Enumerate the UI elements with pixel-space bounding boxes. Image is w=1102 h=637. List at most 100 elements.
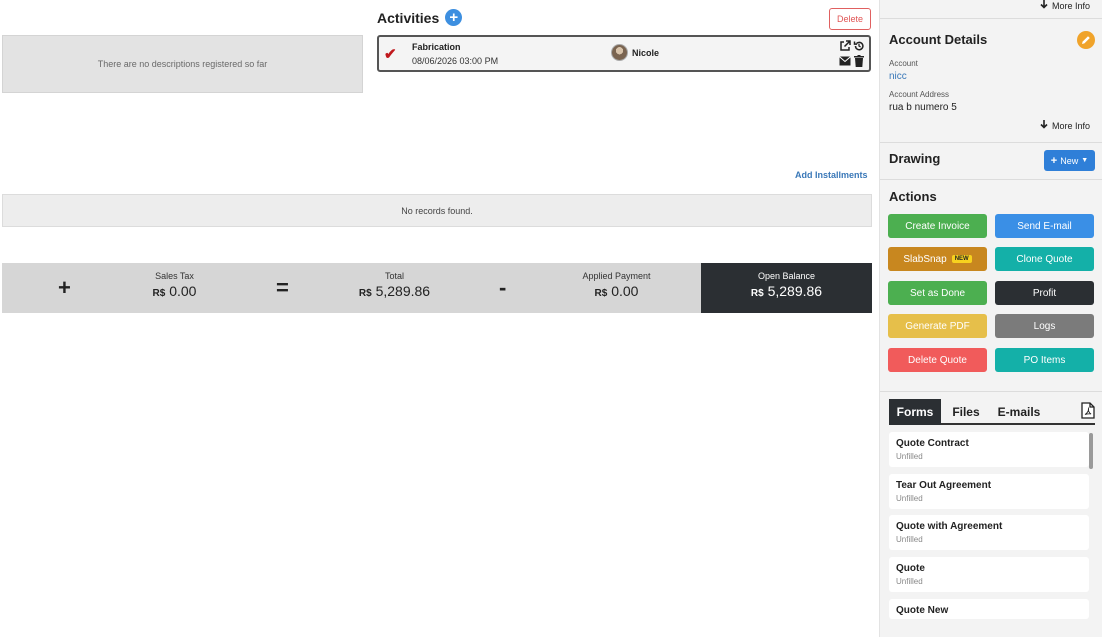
button-label: Generate PDF bbox=[905, 320, 970, 332]
set-as-done-button[interactable]: Set as Done bbox=[888, 281, 987, 305]
envelope-icon[interactable] bbox=[838, 54, 852, 68]
account-details-title: Account Details bbox=[889, 32, 988, 47]
po-items-button[interactable]: PO Items bbox=[995, 348, 1094, 372]
forms-scrollbar[interactable] bbox=[1089, 433, 1093, 469]
form-name: Quote New bbox=[896, 605, 949, 616]
account-link[interactable]: nicc bbox=[889, 71, 907, 82]
divider bbox=[880, 142, 1102, 143]
list-item[interactable]: Tear Out Agreement Unfilled bbox=[889, 474, 1089, 509]
caret-down-icon: ▼ bbox=[1081, 157, 1089, 164]
plus-operator: + bbox=[58, 275, 71, 300]
list-item[interactable]: Quote with Agreement Unfilled bbox=[889, 515, 1089, 550]
currency-symbol: R$ bbox=[594, 288, 608, 299]
activities-header: Activities + bbox=[377, 9, 463, 26]
currency-symbol: R$ bbox=[750, 288, 764, 299]
button-label: Create Invoice bbox=[905, 220, 970, 232]
arrow-down-icon bbox=[1040, 120, 1048, 131]
button-label: Set as Done bbox=[909, 287, 966, 299]
activities-title: Activities bbox=[377, 9, 440, 26]
pdf-icon[interactable] bbox=[1081, 402, 1095, 424]
activity-date: 08/06/2026 03:00 PM bbox=[412, 56, 499, 66]
add-installments-link[interactable]: Add Installments bbox=[795, 170, 868, 180]
account-label: Account bbox=[889, 59, 918, 68]
button-label: SlabSnap bbox=[903, 253, 947, 265]
tab-emails[interactable]: E-mails bbox=[991, 399, 1047, 425]
totals-bar: + Sales Tax R$ 0.00 = Total R$ 5,289.86 … bbox=[2, 263, 872, 313]
plus-icon: + bbox=[1050, 154, 1058, 167]
list-item[interactable]: Quote Unfilled bbox=[889, 557, 1089, 592]
applied-payment: Applied Payment R$ 0.00 bbox=[564, 271, 669, 299]
equals-operator: = bbox=[276, 275, 289, 300]
new-drawing-label: New bbox=[1060, 155, 1079, 166]
arrow-down-icon bbox=[1040, 0, 1048, 11]
divider bbox=[880, 391, 1102, 392]
currency-symbol: R$ bbox=[152, 288, 166, 299]
form-status: Unfilled bbox=[896, 577, 923, 586]
total: Total R$ 5,289.86 bbox=[342, 271, 447, 299]
avatar bbox=[611, 44, 628, 61]
divider bbox=[880, 18, 1102, 19]
form-status: Unfilled bbox=[896, 452, 923, 461]
forms-tabs: Forms Files E-mails bbox=[889, 399, 1095, 425]
activity-card[interactable]: ✔ Fabrication 08/06/2026 03:00 PM Nicole bbox=[377, 35, 871, 72]
sales-tax-value: 0.00 bbox=[169, 283, 197, 299]
open-balance: Open Balance R$ 5,289.86 bbox=[701, 263, 872, 313]
account-address-value: rua b numero 5 bbox=[889, 102, 957, 113]
description-empty-box: There are no descriptions registered so … bbox=[2, 35, 363, 93]
edit-pencil-icon[interactable] bbox=[1077, 31, 1095, 49]
sidebar: More Info Account Details Account nicc A… bbox=[879, 0, 1102, 637]
send-email-button[interactable]: Send E-mail bbox=[995, 214, 1094, 238]
clone-quote-button[interactable]: Clone Quote bbox=[995, 247, 1094, 271]
description-empty-text: There are no descriptions registered so … bbox=[97, 59, 268, 69]
applied-payment-value: 0.00 bbox=[611, 283, 639, 299]
new-badge: NEW bbox=[951, 255, 972, 263]
actions-title: Actions bbox=[889, 189, 937, 204]
open-balance-value: 5,289.86 bbox=[767, 283, 823, 299]
add-activity-icon[interactable]: + bbox=[445, 9, 463, 26]
external-link-icon[interactable] bbox=[838, 39, 852, 53]
logs-button[interactable]: Logs bbox=[995, 314, 1094, 338]
button-label: Clone Quote bbox=[1016, 253, 1073, 265]
delete-quote-button[interactable]: Delete Quote bbox=[888, 348, 987, 372]
more-info-label: More Info bbox=[1051, 120, 1090, 131]
form-name: Quote bbox=[896, 563, 925, 574]
tab-files[interactable]: Files bbox=[944, 399, 988, 425]
create-invoice-button[interactable]: Create Invoice bbox=[888, 214, 987, 238]
activity-name: Fabrication bbox=[412, 42, 461, 52]
button-label: Profit bbox=[1032, 287, 1057, 299]
form-name: Quote with Agreement bbox=[896, 521, 1003, 532]
more-info-top-link[interactable]: More Info bbox=[1040, 0, 1090, 11]
history-icon[interactable] bbox=[852, 39, 866, 53]
button-label: PO Items bbox=[1023, 354, 1066, 366]
total-value: 5,289.86 bbox=[375, 283, 431, 299]
list-item[interactable]: Quote Contract Unfilled bbox=[889, 432, 1089, 467]
tab-forms[interactable]: Forms bbox=[889, 399, 941, 425]
generate-pdf-button[interactable]: Generate PDF bbox=[888, 314, 987, 338]
form-status: Unfilled bbox=[896, 535, 923, 544]
sales-tax-label: Sales Tax bbox=[155, 271, 194, 281]
button-label: Send E-mail bbox=[1017, 220, 1072, 232]
installments-empty-box: No records found. bbox=[2, 194, 872, 227]
form-status: Unfilled bbox=[896, 494, 923, 503]
new-drawing-button[interactable]: + New ▼ bbox=[1044, 150, 1095, 171]
more-info-label: More Info bbox=[1051, 0, 1090, 11]
minus-operator: - bbox=[499, 275, 507, 300]
delete-button[interactable]: Delete bbox=[829, 8, 871, 30]
check-icon[interactable]: ✔ bbox=[384, 45, 397, 63]
profit-button[interactable]: Profit bbox=[995, 281, 1094, 305]
slabsnap-button[interactable]: SlabSnap NEW bbox=[888, 247, 987, 271]
drawing-title: Drawing bbox=[889, 151, 941, 166]
trash-icon[interactable] bbox=[852, 54, 866, 68]
total-label: Total bbox=[384, 271, 404, 281]
list-item[interactable]: Quote New bbox=[889, 599, 1089, 619]
sales-tax: Sales Tax R$ 0.00 bbox=[122, 271, 227, 299]
account-address-label: Account Address bbox=[889, 90, 950, 99]
button-label: Logs bbox=[1033, 320, 1056, 332]
more-info-link[interactable]: More Info bbox=[1040, 120, 1090, 131]
button-label: Delete Quote bbox=[908, 354, 967, 366]
applied-payment-label: Applied Payment bbox=[582, 271, 651, 281]
no-records-text: No records found. bbox=[401, 205, 473, 216]
activity-user: Nicole bbox=[611, 44, 659, 61]
divider bbox=[880, 179, 1102, 180]
currency-symbol: R$ bbox=[358, 288, 372, 299]
